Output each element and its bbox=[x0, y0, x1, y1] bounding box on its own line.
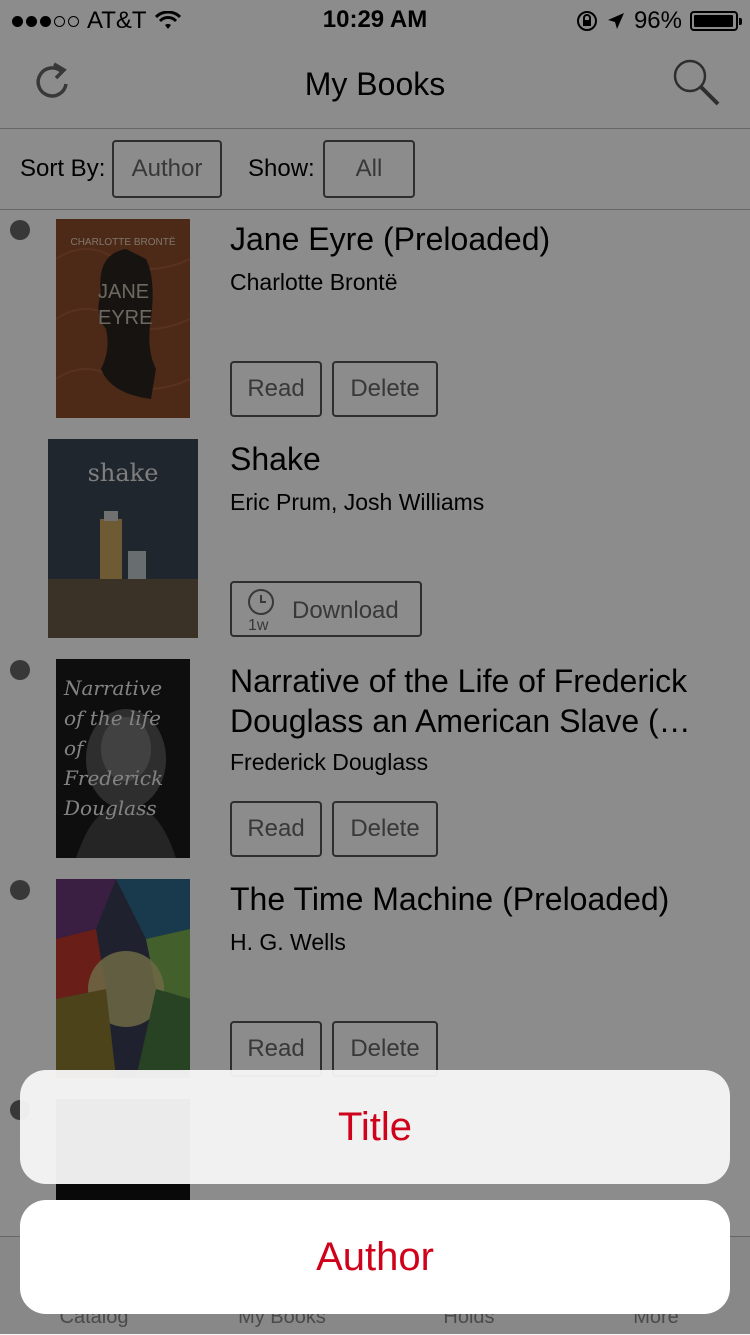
sort-option-author[interactable]: Author bbox=[20, 1200, 730, 1314]
sort-option-title[interactable]: Title bbox=[20, 1070, 730, 1184]
